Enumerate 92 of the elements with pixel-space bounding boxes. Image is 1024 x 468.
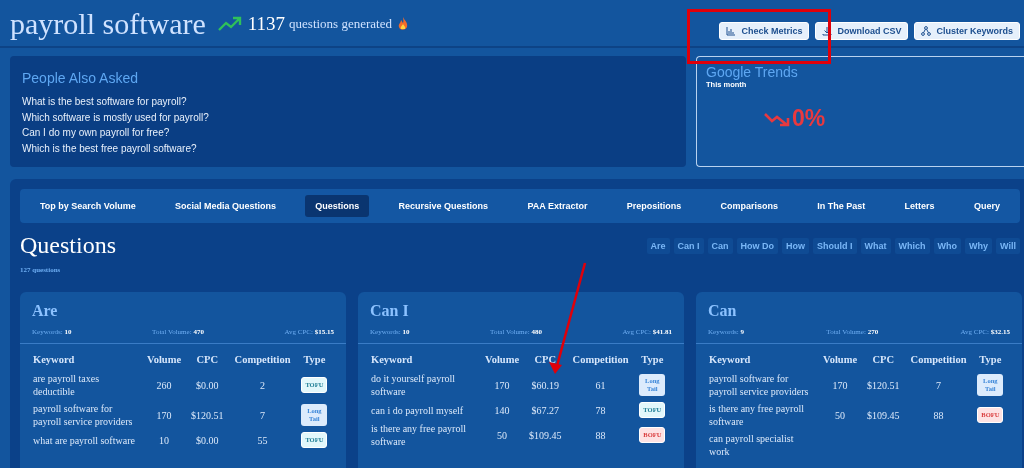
volume-cell: 10 [159,434,170,446]
column-header: Type [640,353,665,367]
section-title: Questions [20,232,116,259]
cpc-cell: $109.45 [529,429,562,441]
volume-cell: 170 [156,409,172,421]
fire-icon [397,17,408,31]
keyword-cell-text: do it yourself payroll software [370,372,457,399]
column-header: Competition [233,353,292,367]
page-title: payroll software [10,7,206,41]
volume-cell: 140 [494,404,510,416]
tab[interactable]: Questions [305,195,370,217]
cpc-cell: $120.51 [867,379,900,391]
competition-cell: 55 [257,434,268,446]
bar-chart-icon [726,26,737,36]
column-header: Keyword [370,353,414,367]
keyword-cell-text: can i do payroll myself [370,403,465,418]
column-header: Type [978,353,1003,367]
volume-cell: 50 [835,409,846,421]
panel-title: People Also Asked [22,70,139,86]
competition-cell: 78 [595,404,606,416]
competition-cell: 7 [260,409,266,421]
column-header: CPC [533,353,558,367]
tab[interactable]: PAA Extractor [517,195,598,217]
volume-cell: 50 [497,429,508,441]
cpc-cell: $0.00 [196,434,219,446]
competition-cell: 61 [595,379,606,391]
count-label: questions generated [289,16,392,32]
keyword-cell-text: payroll software for payroll service providers [32,402,134,429]
competition-cell: 2 [260,379,266,391]
column-header: Competition [571,353,630,367]
volume-cell: 260 [156,379,172,391]
filter-chip[interactable]: Can I [673,238,704,254]
question-text: Can I do my own payroll for free? [22,126,171,140]
question-text: What is the best software for payroll? [22,95,188,109]
column-header: Volume [146,353,183,367]
filter-chip[interactable]: How Do [736,238,779,254]
volume-cell: 170 [494,379,510,391]
toolbar-button[interactable]: Cluster Keywords [914,22,1020,40]
tab[interactable]: Letters [894,195,945,217]
question-text: Which is the best free payroll software? [22,141,198,156]
filter-chip[interactable]: What [860,238,891,254]
tab[interactable]: In The Past [807,195,876,217]
competition-cell: 88 [595,429,606,441]
cpc-cell: $120.51 [191,409,224,421]
question-text: Which software is mostly used for payroll? [22,110,210,125]
cpc-cell: $109.45 [867,409,900,421]
filter-chip[interactable]: How [782,238,810,254]
filter-chip[interactable]: Should I [813,238,857,254]
column-header: Competition [909,353,968,367]
panel-title: Google Trends [706,65,799,80]
column-header: Keyword [708,353,752,367]
cpc-cell: $0.00 [196,379,219,391]
column-header: Keyword [32,353,76,367]
question-count: 1137 [247,13,286,35]
filter-chip[interactable]: Will [996,238,1020,254]
column-header: Volume [484,353,521,367]
tab[interactable]: Comparisons [710,195,789,217]
card-title: Can [708,302,738,320]
trending-up-icon [217,16,242,32]
keyword-cell-text: what are payroll software [32,433,136,448]
filter-chip[interactable]: Why [965,238,993,254]
toolbar-button[interactable]: Download CSV [815,22,909,40]
cpc-cell: $60.19 [531,379,559,391]
keyword-cell-text: are payroll taxes deductible [32,372,101,399]
toolbar-button[interactable]: Check Metrics [719,22,810,40]
column-header: Volume [822,353,859,367]
filter-chip[interactable]: Can [707,238,733,254]
column-header: Type [302,353,327,367]
trending-down-icon [764,110,790,127]
filter-chip[interactable]: Who [933,238,962,254]
card-title: Can I [370,302,410,320]
cpc-cell: $67.27 [531,404,559,416]
competition-cell: 7 [936,379,942,391]
volume-cell: 170 [832,379,848,391]
keyword-cell-text: is there any free payroll software [708,402,805,429]
competition-cell: 88 [933,409,944,421]
trend-value: 0% [792,105,826,132]
filter-chip[interactable]: Are [646,238,670,254]
tab[interactable]: Query [963,195,1010,217]
tab[interactable]: Prepositions [616,195,692,217]
column-header: CPC [871,353,896,367]
keyword-cell-text: is there any free payroll software [370,422,467,449]
filter-chip[interactable]: Which [894,238,930,254]
download-icon [822,26,833,36]
tab[interactable]: Social Media Questions [164,195,286,217]
tab[interactable]: Recursive Questions [388,195,499,217]
card-title: Are [32,302,59,320]
column-header: CPC [195,353,220,367]
keyword-cell-text: payroll software for payroll service providers [708,372,810,399]
tab[interactable]: Top by Search Volume [30,195,146,217]
keyword-cell-text: can payroll specialist work [708,432,795,459]
cluster-icon [921,26,932,36]
